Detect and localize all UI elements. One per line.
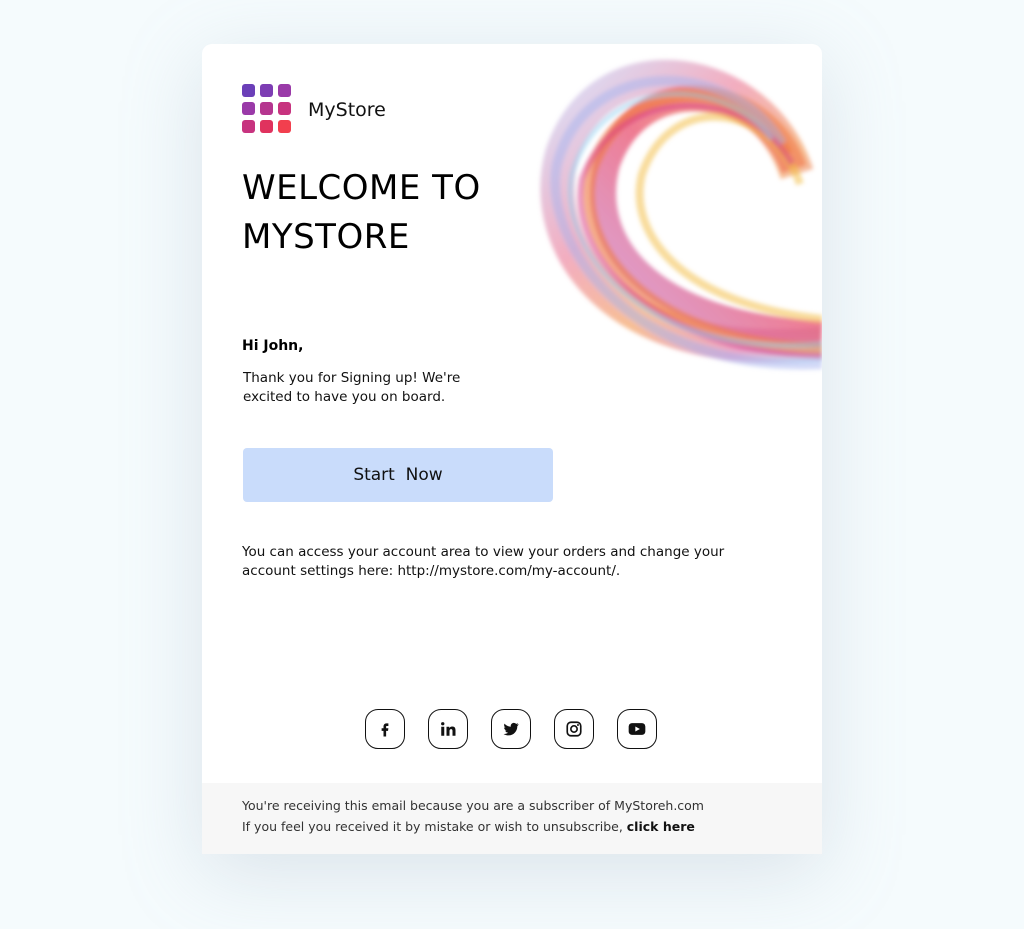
unsubscribe-link[interactable]: click here — [627, 819, 695, 834]
greeting: Hi John, — [242, 338, 304, 354]
email-card: MyStore WELCOME TO MYSTORE Hi John, Than… — [202, 44, 822, 854]
intro-text: Thank you for Signing up! We're excited … — [243, 370, 461, 405]
brand-name: MyStore — [308, 99, 386, 121]
start-now-button[interactable]: Start Now — [243, 448, 553, 502]
social-links — [365, 709, 660, 751]
color-swirl-icon — [540, 59, 822, 370]
instagram-icon[interactable] — [554, 709, 594, 749]
welcome-headline: WELCOME TO MYSTORE — [242, 168, 481, 257]
unsubscribe-notice-text: If you feel you received it by mistake o… — [242, 819, 627, 834]
grid-logo-icon — [242, 84, 291, 133]
linkedin-icon[interactable] — [428, 709, 468, 749]
twitter-icon[interactable] — [491, 709, 531, 749]
unsubscribe-notice: If you feel you received it by mistake o… — [242, 819, 695, 834]
email-footer: You're receiving this email because you … — [202, 783, 822, 854]
youtube-icon[interactable] — [617, 709, 657, 749]
account-note: You can access your account area to view… — [242, 544, 725, 579]
subscription-notice: You're receiving this email because you … — [242, 798, 704, 813]
facebook-icon[interactable] — [365, 709, 405, 749]
